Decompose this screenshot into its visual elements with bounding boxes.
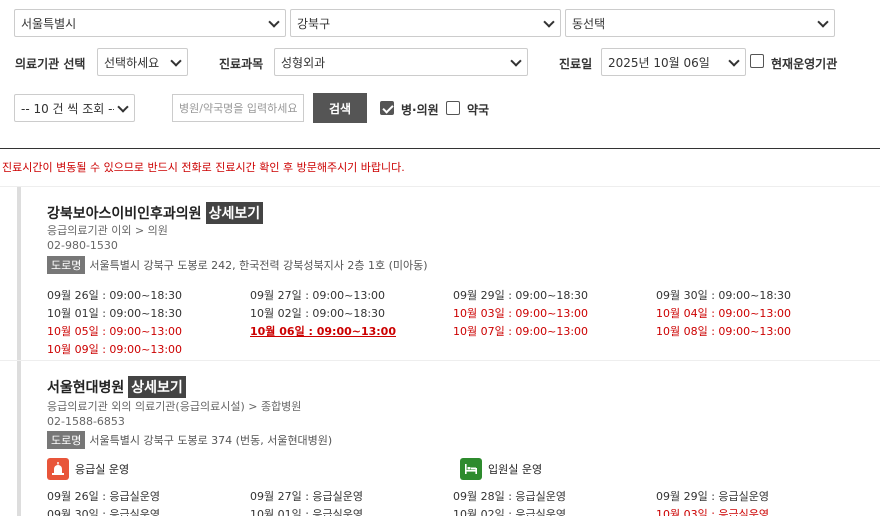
inst-type-label: 의료기관 선택 <box>15 57 86 71</box>
category-text: 응급의료기관 이외 > 의원 <box>47 224 168 237</box>
sido-select-value: 서울특별시 <box>21 16 77 31</box>
er-service: 응급실 운영 <box>47 458 129 480</box>
phone-text: 02-1588-6853 <box>47 415 125 428</box>
hours-entry: 09월 30일 : 응급실운영 <box>47 508 161 516</box>
filter-divider <box>0 148 880 149</box>
hospital-checkbox[interactable] <box>380 101 394 115</box>
detail-button[interactable]: 상세보기 <box>128 376 186 398</box>
page-size-select-value: -- 10 건 씩 조회 -- <box>21 101 114 116</box>
hours-entry: 09월 28일 : 응급실운영 <box>453 490 567 503</box>
date-label: 진료일 <box>559 57 593 71</box>
pharmacy-checkbox[interactable] <box>446 101 460 115</box>
hours-entry: 09월 26일 : 응급실운영 <box>47 490 161 503</box>
hours-entry: 09월 29일 : 09:00~18:30 <box>453 289 589 302</box>
hospital-name[interactable]: 강북보아스이비인후과의원 <box>47 203 202 223</box>
hours-entry: 10월 08일 : 09:00~13:00 <box>656 325 792 338</box>
hours-entry: 10월 09일 : 09:00~13:00 <box>47 343 183 356</box>
hours-entry: 10월 05일 : 09:00~13:00 <box>47 325 183 338</box>
hours-entry: 09월 27일 : 응급실운영 <box>250 490 364 503</box>
chevron-down-icon <box>171 57 181 67</box>
hours-entry: 10월 02일 : 09:00~18:30 <box>250 307 386 320</box>
dept-select[interactable]: 성형외과 <box>274 48 528 76</box>
chevron-down-icon <box>118 103 128 113</box>
sigungu-select-value: 강북구 <box>297 16 331 31</box>
hours-grid: 09월 26일 : 응급실운영 09월 27일 : 응급실운영 09월 28일 : … <box>47 488 867 516</box>
inst-type-select[interactable]: 선택하세요 <box>97 48 188 76</box>
dong-select[interactable]: 동선택 <box>565 9 835 37</box>
hours-entry: 10월 03일 : 응급실운영 <box>656 508 770 516</box>
detail-button[interactable]: 상세보기 <box>205 202 264 224</box>
open-now-label: 현재운영기관 <box>771 57 838 71</box>
notice-text: 진료시간이 변동될 수 있으므로 반드시 전화로 진료시간 확인 후 방문해주시… <box>2 161 405 174</box>
address-row: 도로명 서울특별시 강북구 도봉로 242, 한국전력 강북성북지사 2층 1호… <box>47 256 428 274</box>
address-text: 서울특별시 강북구 도봉로 374 (번동, 서울현대병원) <box>89 434 333 447</box>
open-now-checkbox[interactable] <box>750 54 764 68</box>
hours-entry: 10월 04일 : 09:00~13:00 <box>656 307 792 320</box>
result-title: 강북보아스이비인후과의원 상세보기 <box>47 202 264 224</box>
er-service-label: 응급실 운영 <box>75 463 130 476</box>
dept-label: 진료과목 <box>219 57 264 71</box>
pharmacy-label: 약국 <box>467 103 490 117</box>
hours-entry: 10월 01일 : 응급실운영 <box>250 508 364 516</box>
hours-entry: 09월 30일 : 09:00~18:30 <box>656 289 792 302</box>
bed-icon <box>460 458 482 480</box>
hours-entry: 10월 01일 : 09:00~18:30 <box>47 307 183 320</box>
category-text: 응급의료기관 외의 의료기관(응급의료시설) > 종합병원 <box>47 400 302 413</box>
search-input-placeholder: 병원/약국명을 입력하세요 <box>179 102 298 115</box>
road-name-tag: 도로명 <box>47 256 86 274</box>
chevron-down-icon <box>729 57 739 67</box>
sigungu-select[interactable]: 강북구 <box>290 9 561 37</box>
dong-select-value: 동선택 <box>572 16 606 31</box>
hours-entry: 10월 07일 : 09:00~13:00 <box>453 325 589 338</box>
result-title: 서울현대병원 상세보기 <box>47 376 186 398</box>
ward-service: 입원실 운영 <box>460 458 542 480</box>
date-select[interactable]: 2025년 10월 06일 <box>601 48 746 76</box>
hours-entry: 10월 02일 : 응급실운영 <box>453 508 567 516</box>
phone-text: 02-980-1530 <box>47 239 118 252</box>
address-text: 서울특별시 강북구 도봉로 242, 한국전력 강북성북지사 2층 1호 (미아… <box>89 259 428 272</box>
hours-entry: 09월 27일 : 09:00~13:00 <box>250 289 386 302</box>
dept-select-value: 성형외과 <box>281 55 326 70</box>
search-input[interactable]: 병원/약국명을 입력하세요 <box>172 94 304 122</box>
hours-grid: 09월 26일 : 09:00~18:30 09월 27일 : 09:00~13:… <box>47 287 867 357</box>
sido-select[interactable]: 서울특별시 <box>14 9 286 37</box>
hospital-label: 병·의원 <box>401 103 439 117</box>
chevron-down-icon <box>544 18 554 28</box>
hours-entry: 10월 03일 : 09:00~13:00 <box>453 307 589 320</box>
siren-icon <box>47 458 69 480</box>
chevron-down-icon <box>818 18 828 28</box>
inst-type-select-value: 선택하세요 <box>104 55 160 70</box>
hours-entry: 10월 06일 : 09:00~13:00 <box>250 325 396 338</box>
search-button[interactable]: 검색 <box>313 93 367 123</box>
hospital-name[interactable]: 서울현대병원 <box>47 377 124 397</box>
ward-service-label: 입원실 운영 <box>488 463 543 476</box>
result-card: 강북보아스이비인후과의원 상세보기 응급의료기관 이외 > 의원 02-980-… <box>17 187 879 360</box>
hours-entry: 09월 29일 : 응급실운영 <box>656 490 770 503</box>
date-select-value: 2025년 10월 06일 <box>608 55 710 70</box>
page-size-select[interactable]: -- 10 건 씩 조회 -- <box>14 94 135 122</box>
chevron-down-icon <box>511 57 521 67</box>
address-row: 도로명 서울특별시 강북구 도봉로 374 (번동, 서울현대병원) <box>47 431 332 449</box>
road-name-tag: 도로명 <box>47 431 86 449</box>
result-card: 서울현대병원 상세보기 응급의료기관 외의 의료기관(응급의료시설) > 종합병… <box>17 361 879 516</box>
hours-entry: 09월 26일 : 09:00~18:30 <box>47 289 183 302</box>
chevron-down-icon <box>269 18 279 28</box>
